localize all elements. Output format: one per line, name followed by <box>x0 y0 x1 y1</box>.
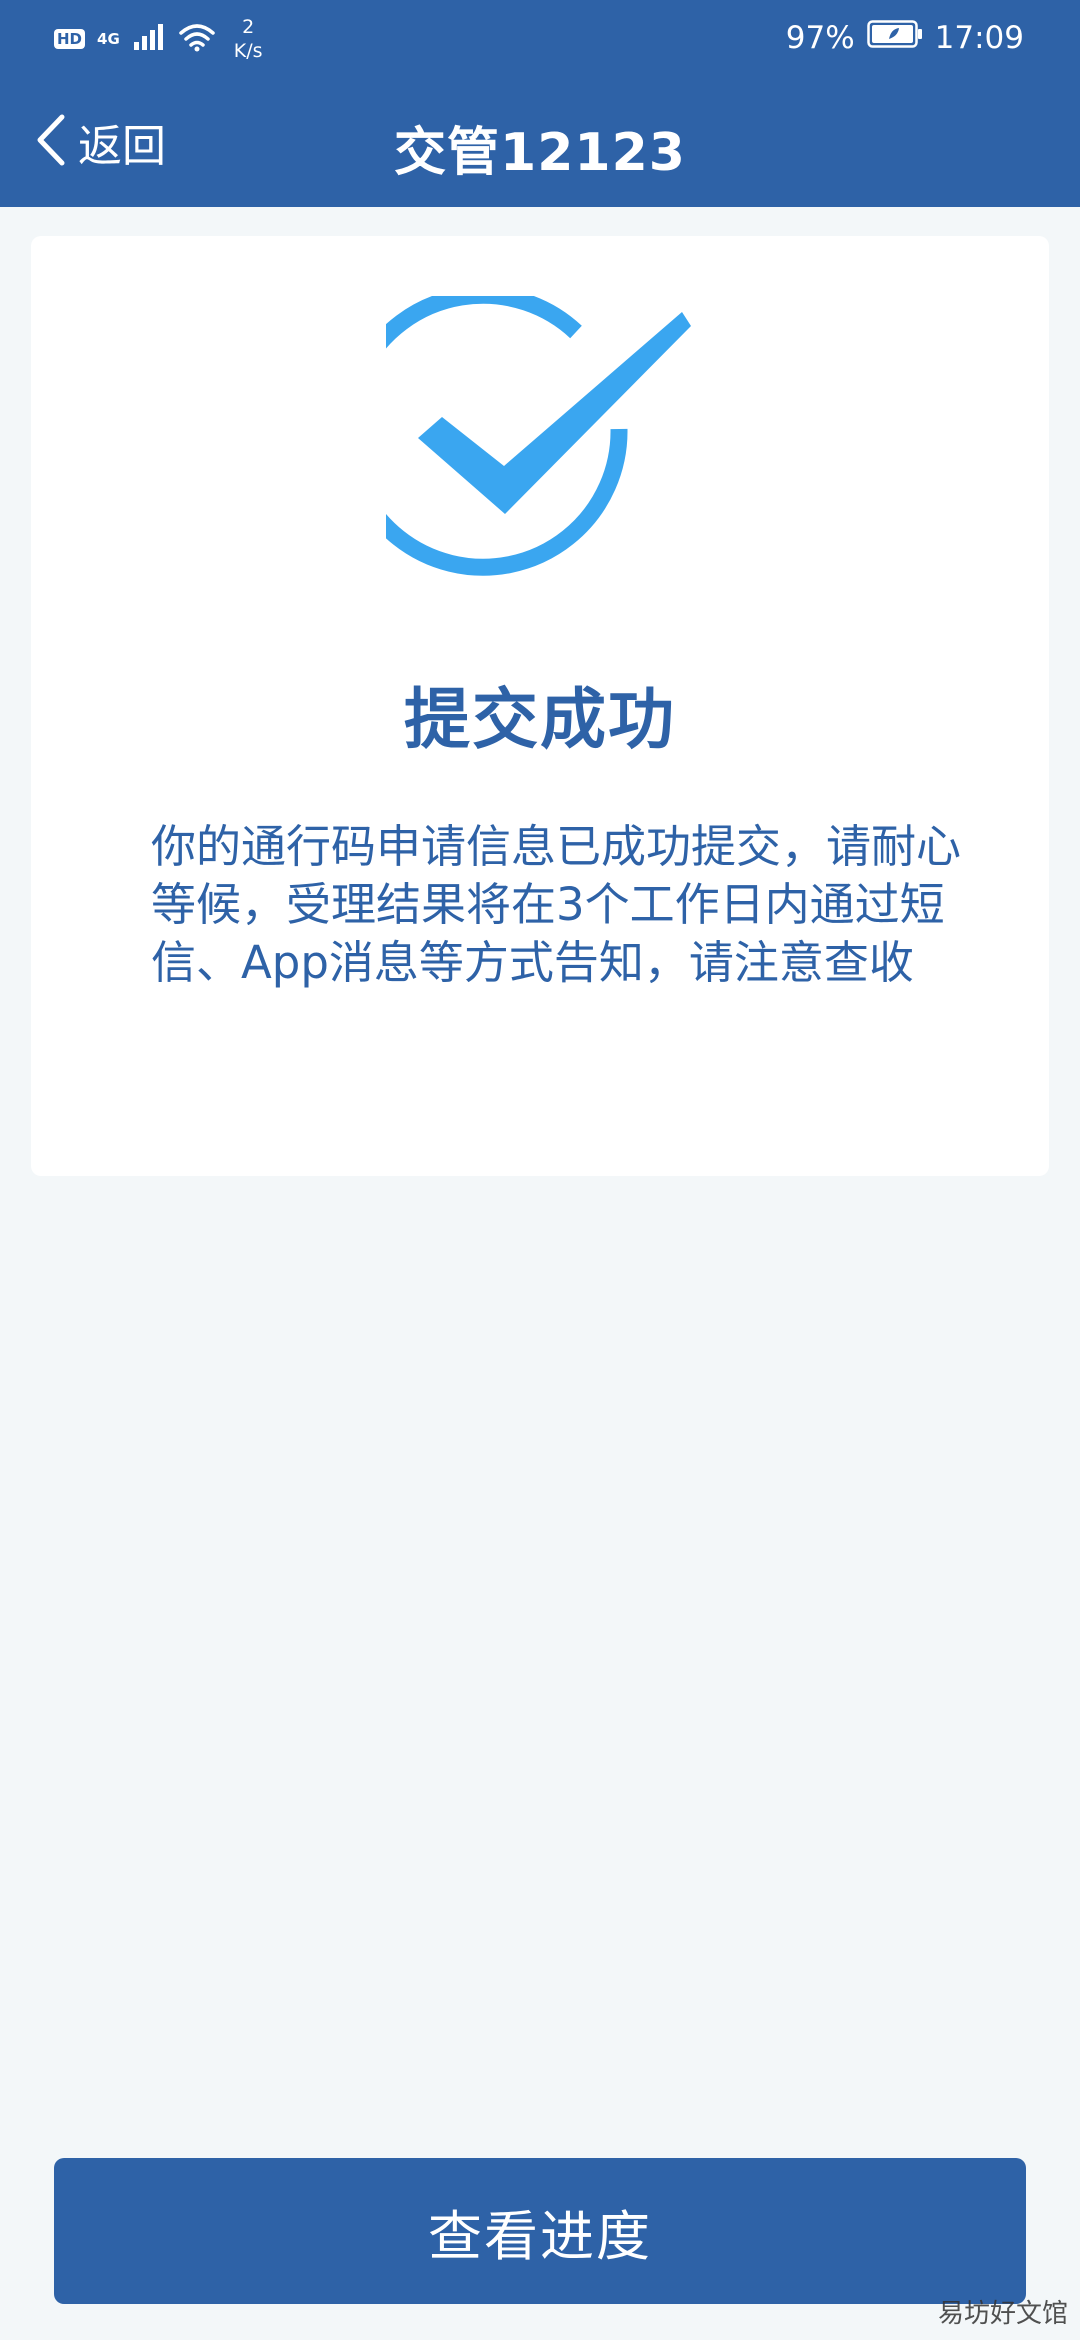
status-left: HD 4G 2 K/s <box>54 14 263 64</box>
network-speed: 2 K/s <box>234 15 263 63</box>
battery-percent: 97% <box>785 20 855 56</box>
status-right: 97% 17:09 <box>786 16 1024 60</box>
network-type: 4G <box>97 30 120 48</box>
clock: 17:09 <box>934 20 1024 56</box>
view-progress-button[interactable]: 查看进度 <box>54 2158 1026 2304</box>
hd-badge: HD <box>54 29 86 49</box>
nav-bar: 返回 交管12123 <box>0 72 1080 207</box>
result-card: 提交成功 你的通行码申请信息已成功提交，请耐心等候，受理结果将在3个工作日内通过… <box>31 236 1049 1176</box>
check-circle-icon <box>338 286 716 606</box>
success-message: 你的通行码申请信息已成功提交，请耐心等候，受理结果将在3个工作日内通过短信、Ap… <box>151 820 962 989</box>
page-title: 交管12123 <box>394 123 686 183</box>
network-speed-unit: K/s <box>233 40 263 62</box>
wifi-icon <box>178 22 216 56</box>
app-header: HD 4G 2 K/s 97% 17:09 返回 交管12123 <box>0 0 1080 207</box>
network-speed-value: 2 <box>242 16 255 38</box>
success-title: 提交成功 <box>404 681 676 758</box>
watermark: 易坊好文馆 <box>937 2299 1068 2329</box>
status-bar: HD 4G 2 K/s 97% 17:09 <box>0 0 1080 72</box>
signal-icon <box>132 22 166 56</box>
battery-icon <box>866 20 923 56</box>
